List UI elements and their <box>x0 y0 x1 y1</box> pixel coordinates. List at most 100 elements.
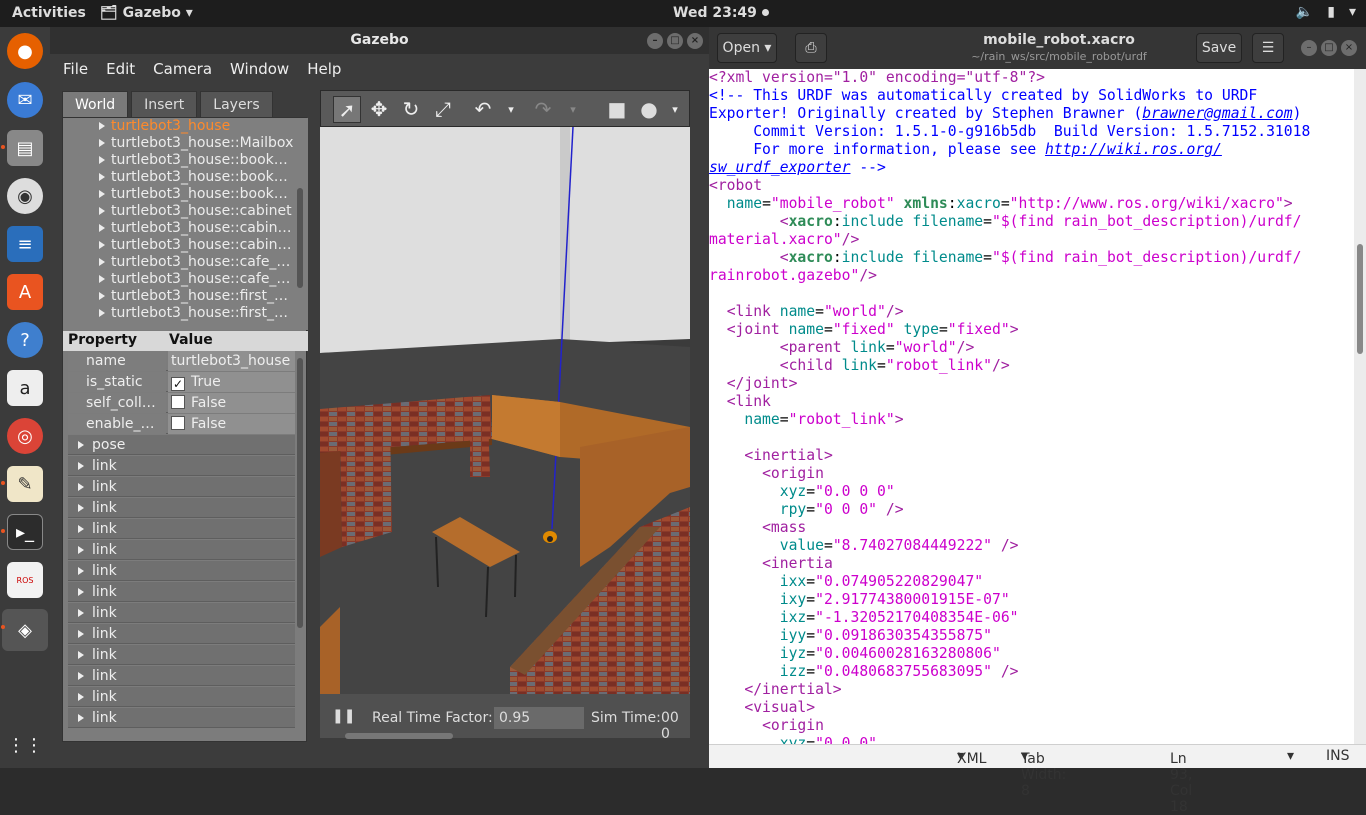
prop-group-link[interactable]: link <box>68 582 295 602</box>
tree-item[interactable]: turtlebot3_house::cabin… <box>63 220 308 237</box>
real-time-factor-label: Real Time Factor: <box>372 710 493 726</box>
app-menu[interactable]: 🗂 Gazebo ▾ <box>100 5 193 21</box>
menu-camera[interactable]: Camera <box>153 60 212 78</box>
save-button[interactable]: Save <box>1196 33 1242 63</box>
scale-mode-icon[interactable]: ⤢ <box>429 96 457 123</box>
chevron-down-icon[interactable]: ▾ <box>661 96 689 123</box>
tree-item[interactable]: turtlebot3_house::cabinet <box>63 203 308 220</box>
box-shape-icon[interactable]: ■ <box>603 96 631 123</box>
redo-icon[interactable]: ↷ <box>529 96 557 123</box>
prop-row-enable-wind[interactable]: enable_… False <box>68 414 295 434</box>
email-link[interactable]: brawner@gmail.com <box>1142 105 1292 122</box>
tab-layers[interactable]: Layers <box>200 91 273 117</box>
tree-scrollbar[interactable] <box>297 188 303 288</box>
translate-mode-icon[interactable]: ✥ <box>365 96 393 123</box>
text-editor-icon[interactable]: ✎ <box>7 466 43 502</box>
url-link[interactable]: http://wiki.ros.org/ <box>1045 141 1222 158</box>
tree-item[interactable]: turtlebot3_house::book… <box>63 169 308 186</box>
chevron-down-icon[interactable]: ▾ <box>1287 748 1294 764</box>
checkbox-unchecked[interactable] <box>171 395 185 409</box>
software-icon[interactable]: A <box>7 274 43 310</box>
scroll-thumb[interactable] <box>1357 244 1363 354</box>
menu-help[interactable]: Help <box>307 60 341 78</box>
prop-row-name[interactable]: name turtlebot3_house <box>68 351 295 371</box>
tab-world[interactable]: World <box>62 91 129 117</box>
open-button[interactable]: Open ▾ <box>717 33 777 63</box>
tree-item[interactable]: turtlebot3_house::cafe_… <box>63 254 308 271</box>
tree-item[interactable]: turtlebot3_house::first_… <box>63 305 308 322</box>
new-tab-icon[interactable]: ⎙ <box>795 33 827 63</box>
menu-edit[interactable]: Edit <box>106 60 135 78</box>
minimize-button[interactable]: – <box>1301 40 1317 56</box>
prop-group-link[interactable]: link <box>68 666 295 686</box>
language-selector[interactable]: XML ▾ <box>957 748 986 767</box>
prop-group-link[interactable]: link <box>68 708 295 728</box>
tree-item[interactable]: turtlebot3_house::cabin… <box>63 237 308 254</box>
app-grid-icon[interactable]: ⋮⋮ <box>7 727 43 763</box>
checkbox-unchecked[interactable] <box>171 416 185 430</box>
chevron-down-icon[interactable]: ▾ <box>497 96 525 123</box>
tree-item[interactable]: turtlebot3_house <box>63 118 308 135</box>
hamburger-menu-icon[interactable]: ☰ <box>1252 33 1284 63</box>
writer-icon[interactable]: ≡ <box>7 226 43 262</box>
maximize-button[interactable]: □ <box>1321 40 1337 56</box>
prop-group-pose[interactable]: pose <box>68 435 295 455</box>
rotate-mode-icon[interactable]: ↻ <box>397 96 425 123</box>
prop-row-self-collide[interactable]: self_coll… False <box>68 393 295 413</box>
thunderbird-icon[interactable]: ✉ <box>7 82 43 118</box>
prop-group-link[interactable]: link <box>68 561 295 581</box>
rhythmbox-icon[interactable]: ◉ <box>7 178 43 214</box>
sphere-shape-icon[interactable]: ● <box>635 96 663 123</box>
prop-group-link[interactable]: link <box>68 456 295 476</box>
editor-scrollbar[interactable] <box>1354 69 1366 744</box>
prop-group-link[interactable]: link <box>68 540 295 560</box>
undo-icon[interactable]: ↶ <box>469 96 497 123</box>
prop-value[interactable]: turtlebot3_house <box>168 351 295 371</box>
firefox-icon[interactable]: ● <box>7 33 43 69</box>
prop-group-link[interactable]: link <box>68 603 295 623</box>
minimize-button[interactable]: – <box>647 33 663 49</box>
select-mode-icon[interactable]: ➚ <box>333 96 361 123</box>
activities-button[interactable]: Activities <box>12 5 86 21</box>
document-thumbnail-icon[interactable]: ROS <box>7 562 43 598</box>
terminal-icon[interactable]: ▸_ <box>7 514 43 550</box>
tree-item[interactable]: turtlebot3_house::book… <box>63 186 308 203</box>
gazebo-icon[interactable]: ◈ <box>2 609 48 651</box>
prop-row-is-static[interactable]: is_static ✓ True <box>68 372 295 392</box>
tree-item[interactable]: turtlebot3_house::book… <box>63 152 308 169</box>
help-icon[interactable]: ? <box>7 322 43 358</box>
close-button[interactable]: × <box>1341 40 1357 56</box>
viewport-hscrollbar[interactable] <box>345 733 453 739</box>
system-tray[interactable]: 🔈 ▮ ▾ <box>1296 4 1356 20</box>
tab-width-selector[interactable]: Tab Width: 8 ▾ <box>1021 748 1066 799</box>
checkbox-checked[interactable]: ✓ <box>171 377 185 391</box>
code-editor[interactable]: <?xml version="1.0" encoding="utf-8"?> <… <box>709 69 1354 744</box>
menu-file[interactable]: File <box>63 60 88 78</box>
prop-group-link[interactable]: link <box>68 687 295 707</box>
scene-viewport[interactable]: ➚ ✥ ↻ ⤢ ↶ ▾ ↷ ▾ ■ ● ▾ ❚❚ Real Time Facto… <box>320 90 690 742</box>
model-tree[interactable]: turtlebot3_house turtlebot3_house::Mailb… <box>63 118 308 330</box>
amazon-icon[interactable]: a <box>7 370 43 406</box>
files-icon[interactable]: ▤ <box>7 130 43 166</box>
prop-group-link[interactable]: link <box>68 519 295 539</box>
property-scrollbar[interactable] <box>297 358 303 628</box>
prop-group-link[interactable]: link <box>68 477 295 497</box>
url-link[interactable]: sw_urdf_exporter <box>709 159 850 176</box>
prop-group-link[interactable]: link <box>68 624 295 644</box>
chrome-icon[interactable]: ◎ <box>7 418 43 454</box>
insert-mode[interactable]: INS <box>1326 748 1350 764</box>
tree-item[interactable]: turtlebot3_house::cafe_… <box>63 271 308 288</box>
tab-insert[interactable]: Insert <box>131 91 198 117</box>
tree-item[interactable]: turtlebot3_house::Mailbox <box>63 135 308 152</box>
maximize-button[interactable]: □ <box>667 33 683 49</box>
scene-render[interactable] <box>320 126 690 694</box>
chevron-down-icon[interactable]: ▾ <box>559 96 587 123</box>
clock[interactable]: Wed 23:49 <box>673 5 769 21</box>
prop-group-link[interactable]: link <box>68 498 295 518</box>
close-button[interactable]: × <box>687 33 703 49</box>
pause-icon[interactable]: ❚❚ <box>332 708 355 724</box>
prop-group-link[interactable]: link <box>68 645 295 665</box>
tree-item[interactable]: turtlebot3_house::first_… <box>63 288 308 305</box>
menu-window[interactable]: Window <box>230 60 289 78</box>
3d-scene[interactable] <box>320 126 690 694</box>
